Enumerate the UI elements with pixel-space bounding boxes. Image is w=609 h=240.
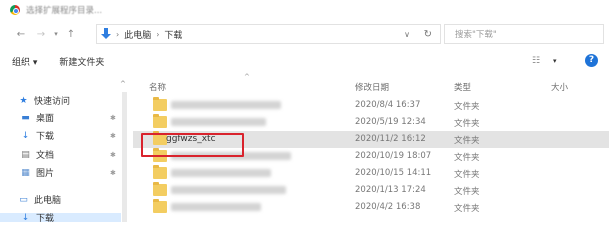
file-type: 文件夹 — [454, 187, 480, 197]
document-icon: ▤ — [21, 149, 30, 160]
download-arrow-icon: ↓ — [21, 212, 30, 223]
file-type: 文件夹 — [454, 136, 480, 146]
scroll-up-icon[interactable]: ^ — [120, 80, 126, 88]
sidebar-item-pictures[interactable]: ▦ 图片 ✱ — [20, 166, 116, 180]
path-dropdown-icon[interactable]: ∨ — [404, 30, 410, 39]
path-field[interactable]: › 此电脑 › 下载 ∨ ↻ — [96, 24, 441, 44]
pin-icon: ✱ — [110, 113, 116, 122]
pin-icon: ✱ — [110, 131, 116, 140]
computer-icon: ▭ — [19, 194, 28, 205]
folder-icon — [153, 114, 167, 128]
refresh-icon[interactable]: ↻ — [424, 29, 432, 40]
sidebar-item-downloads[interactable]: ↓ 下载 ✱ — [20, 129, 116, 143]
column-header-size[interactable]: 大小 — [551, 81, 568, 93]
organize-button[interactable]: 组织 ▾ — [12, 55, 37, 68]
folder-icon — [153, 182, 167, 196]
sidebar-item-desktop[interactable]: ▬ 桌面 ✱ — [20, 111, 116, 125]
search-placeholder: 搜索"下载" — [455, 30, 497, 40]
pin-icon: ✱ — [110, 168, 116, 177]
window-title: 选择扩展程序目录... — [26, 5, 103, 16]
file-date: 2020/5/19 12:34 — [355, 117, 426, 127]
view-options-icon[interactable]: ☷ — [532, 56, 540, 66]
nav-selection-highlight — [0, 213, 121, 222]
column-header-type[interactable]: 类型 — [454, 81, 471, 93]
navigation-pane: ^ ★ 快速访问 ▬ 桌面 ✱ ↓ 下载 ✱ ▤ 文档 ✱ ▦ 图片 ✱ ▭ 此… — [0, 74, 133, 225]
sidebar-item-downloads-pc[interactable]: ↓ 下载 — [20, 211, 55, 225]
sidebar-item-quick-access[interactable]: ★ 快速访问 — [18, 94, 71, 108]
nav-scrollbar[interactable] — [122, 92, 127, 222]
recent-locations-chevron-icon[interactable]: ▾ — [52, 30, 60, 38]
breadcrumb-separator: › — [116, 29, 120, 39]
redacted-file-name — [171, 101, 281, 109]
file-date: 2020/10/15 14:11 — [355, 168, 432, 178]
folder-icon — [153, 97, 167, 111]
redacted-file-name — [171, 169, 271, 177]
sidebar-item-label: 图片 — [36, 169, 55, 179]
new-folder-button[interactable]: 新建文件夹 — [59, 55, 104, 68]
sidebar-item-label: 快速访问 — [34, 97, 71, 107]
chrome-icon — [10, 4, 20, 15]
file-type: 文件夹 — [454, 153, 480, 163]
picture-icon: ▦ — [21, 167, 30, 178]
column-headers: ^ 名称 修改日期 类型 大小 — [133, 73, 609, 95]
highlight-annotation-box — [141, 133, 244, 157]
file-type: 文件夹 — [454, 102, 480, 112]
download-arrow-icon: ↓ — [21, 130, 30, 141]
file-row[interactable]: 2020/10/15 14:11 文件夹 — [133, 165, 609, 182]
up-arrow-icon[interactable]: ↑ — [64, 29, 78, 40]
file-date: 2020/8/4 16:37 — [355, 100, 421, 110]
search-input[interactable]: 搜索"下载" — [444, 24, 604, 44]
file-row[interactable]: 2020/4/2 16:38 文件夹 — [133, 199, 609, 216]
file-date: 2020/11/2 16:12 — [355, 134, 426, 144]
title-bar: 选择扩展程序目录... — [0, 0, 609, 19]
file-type: 文件夹 — [454, 119, 480, 129]
back-arrow-icon[interactable]: ← — [14, 29, 28, 40]
download-folder-icon — [101, 28, 111, 40]
file-type: 文件夹 — [454, 204, 480, 214]
sort-caret-icon: ^ — [244, 73, 250, 81]
sidebar-item-this-pc[interactable]: ▭ 此电脑 — [18, 193, 62, 207]
file-date: 2020/1/13 17:24 — [355, 185, 426, 195]
address-bar: ← → ▾ ↑ › 此电脑 › 下载 ∨ ↻ 搜索"下载" — [0, 21, 609, 47]
help-icon[interactable]: ? — [585, 54, 598, 67]
view-dropdown-icon[interactable]: ▾ — [553, 57, 557, 65]
desktop-icon: ▬ — [21, 112, 30, 123]
sidebar-item-label: 此电脑 — [34, 196, 62, 206]
redacted-file-name — [171, 118, 266, 126]
file-row[interactable]: 2020/5/19 12:34 文件夹 — [133, 114, 609, 131]
folder-icon — [153, 199, 167, 213]
sidebar-item-label: 文档 — [36, 151, 55, 161]
file-type: 文件夹 — [454, 170, 480, 180]
sidebar-item-label: 桌面 — [36, 114, 55, 124]
redacted-file-name — [171, 203, 261, 211]
pin-icon: ✱ — [110, 150, 116, 159]
file-date: 2020/4/2 16:38 — [355, 202, 421, 212]
file-row[interactable]: 2020/8/4 16:37 文件夹 — [133, 97, 609, 114]
command-bar: 组织 ▾ 新建文件夹 ☷ ▾ ? — [0, 51, 609, 71]
redacted-file-name — [171, 186, 286, 194]
breadcrumb-this-pc[interactable]: 此电脑 — [124, 28, 151, 41]
file-row[interactable]: 2020/1/13 17:24 文件夹 — [133, 182, 609, 199]
sidebar-item-label: 下载 — [36, 132, 55, 142]
breadcrumb-separator: › — [156, 29, 160, 39]
sidebar-item-label: 下载 — [36, 214, 55, 224]
column-header-name[interactable]: 名称 — [149, 81, 166, 93]
breadcrumb-downloads[interactable]: 下载 — [164, 28, 182, 41]
column-header-date[interactable]: 修改日期 — [355, 81, 389, 93]
folder-icon — [153, 165, 167, 179]
forward-arrow-icon[interactable]: → — [34, 29, 48, 40]
file-date: 2020/10/19 18:07 — [355, 151, 432, 161]
star-icon: ★ — [19, 95, 28, 106]
sidebar-item-documents[interactable]: ▤ 文档 ✱ — [20, 148, 116, 162]
